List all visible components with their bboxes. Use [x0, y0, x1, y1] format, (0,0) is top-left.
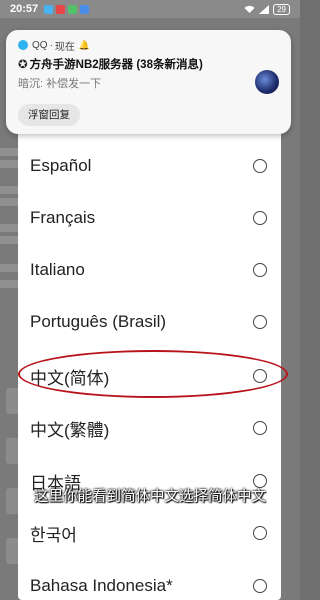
radio-button[interactable]: [253, 369, 267, 383]
radio-button[interactable]: [253, 211, 267, 225]
radio-button[interactable]: [253, 421, 267, 435]
radio-button[interactable]: [253, 474, 267, 488]
language-label: 日本語: [30, 473, 81, 493]
notification-card[interactable]: QQ · 现在 🔔 ✪ 方舟手游NB2服务器 (38条新消息) 暗沉: 补偿发一下…: [6, 30, 291, 134]
background-text-line: [0, 186, 20, 194]
status-right-group: 29: [244, 3, 290, 15]
language-label: 中文(简体): [30, 368, 110, 388]
background-text-line: [0, 198, 20, 206]
notification-title: ✪ 方舟手游NB2服务器 (38条新消息): [18, 56, 279, 72]
wifi-icon: [244, 5, 255, 13]
language-option-espanol[interactable]: Español: [18, 140, 281, 192]
radio-button[interactable]: [253, 159, 267, 173]
bell-icon: 🔔: [78, 39, 91, 50]
green-app-icon: [68, 4, 78, 14]
notification-header: QQ · 现在 🔔: [18, 38, 279, 53]
background-text-line: [0, 236, 20, 244]
signal-icon: [259, 4, 270, 14]
group-mark-icon: ✪: [18, 59, 28, 71]
avatar: [255, 70, 279, 94]
phone-screen: 20:57 29 Español Français Italiano Portu…: [0, 0, 300, 600]
qq-app-icon: [18, 40, 28, 50]
float-reply-button[interactable]: 浮窗回复: [18, 104, 80, 126]
language-label: Français: [30, 208, 96, 227]
language-option-francais[interactable]: Français: [18, 192, 281, 244]
language-label: 中文(繁體): [30, 420, 110, 440]
language-label: Bahasa Indonesia*: [30, 576, 173, 595]
language-option-italiano[interactable]: Italiano: [18, 244, 281, 296]
status-time: 20:57: [10, 3, 39, 15]
radio-button[interactable]: [253, 526, 267, 540]
blue-app-icon: [80, 4, 90, 14]
background-text-line: [0, 160, 20, 168]
notification-time: 现在: [54, 41, 75, 53]
notification-title-text: 方舟手游NB2服务器 (38条新消息): [29, 59, 203, 71]
qq-icon: [44, 4, 54, 14]
language-option-japanese[interactable]: 日本語: [18, 455, 281, 507]
language-label: Italiano: [30, 260, 85, 279]
language-label: 한국어: [30, 525, 77, 545]
notification-message: 暗沉: 补偿发一下: [18, 78, 102, 90]
language-option-chinese-traditional[interactable]: 中文(繁體): [18, 402, 281, 454]
language-list-dialog: Español Français Italiano Português (Bra…: [18, 120, 281, 600]
background-text-line: [0, 148, 20, 156]
battery-icon: 29: [273, 3, 290, 15]
language-label: Português (Brasil): [30, 312, 167, 331]
radio-button[interactable]: [253, 263, 267, 277]
language-option-chinese-simplified[interactable]: 中文(简体): [18, 350, 281, 402]
language-option-korean[interactable]: 한국어: [18, 507, 281, 559]
radio-button[interactable]: [253, 579, 267, 593]
notification-app-name: QQ: [32, 39, 48, 51]
background-text-line: [0, 280, 20, 288]
radio-button[interactable]: [253, 315, 267, 329]
language-option-indonesian[interactable]: Bahasa Indonesia*: [18, 560, 281, 600]
notification-separator: ·: [49, 39, 53, 51]
background-text-line: [0, 264, 20, 272]
status-bar: 20:57 29: [0, 0, 300, 18]
red-app-icon: [56, 4, 66, 14]
background-text-line: [0, 224, 20, 232]
language-option-portugues[interactable]: Português (Brasil): [18, 296, 281, 348]
language-label: Español: [30, 156, 92, 175]
